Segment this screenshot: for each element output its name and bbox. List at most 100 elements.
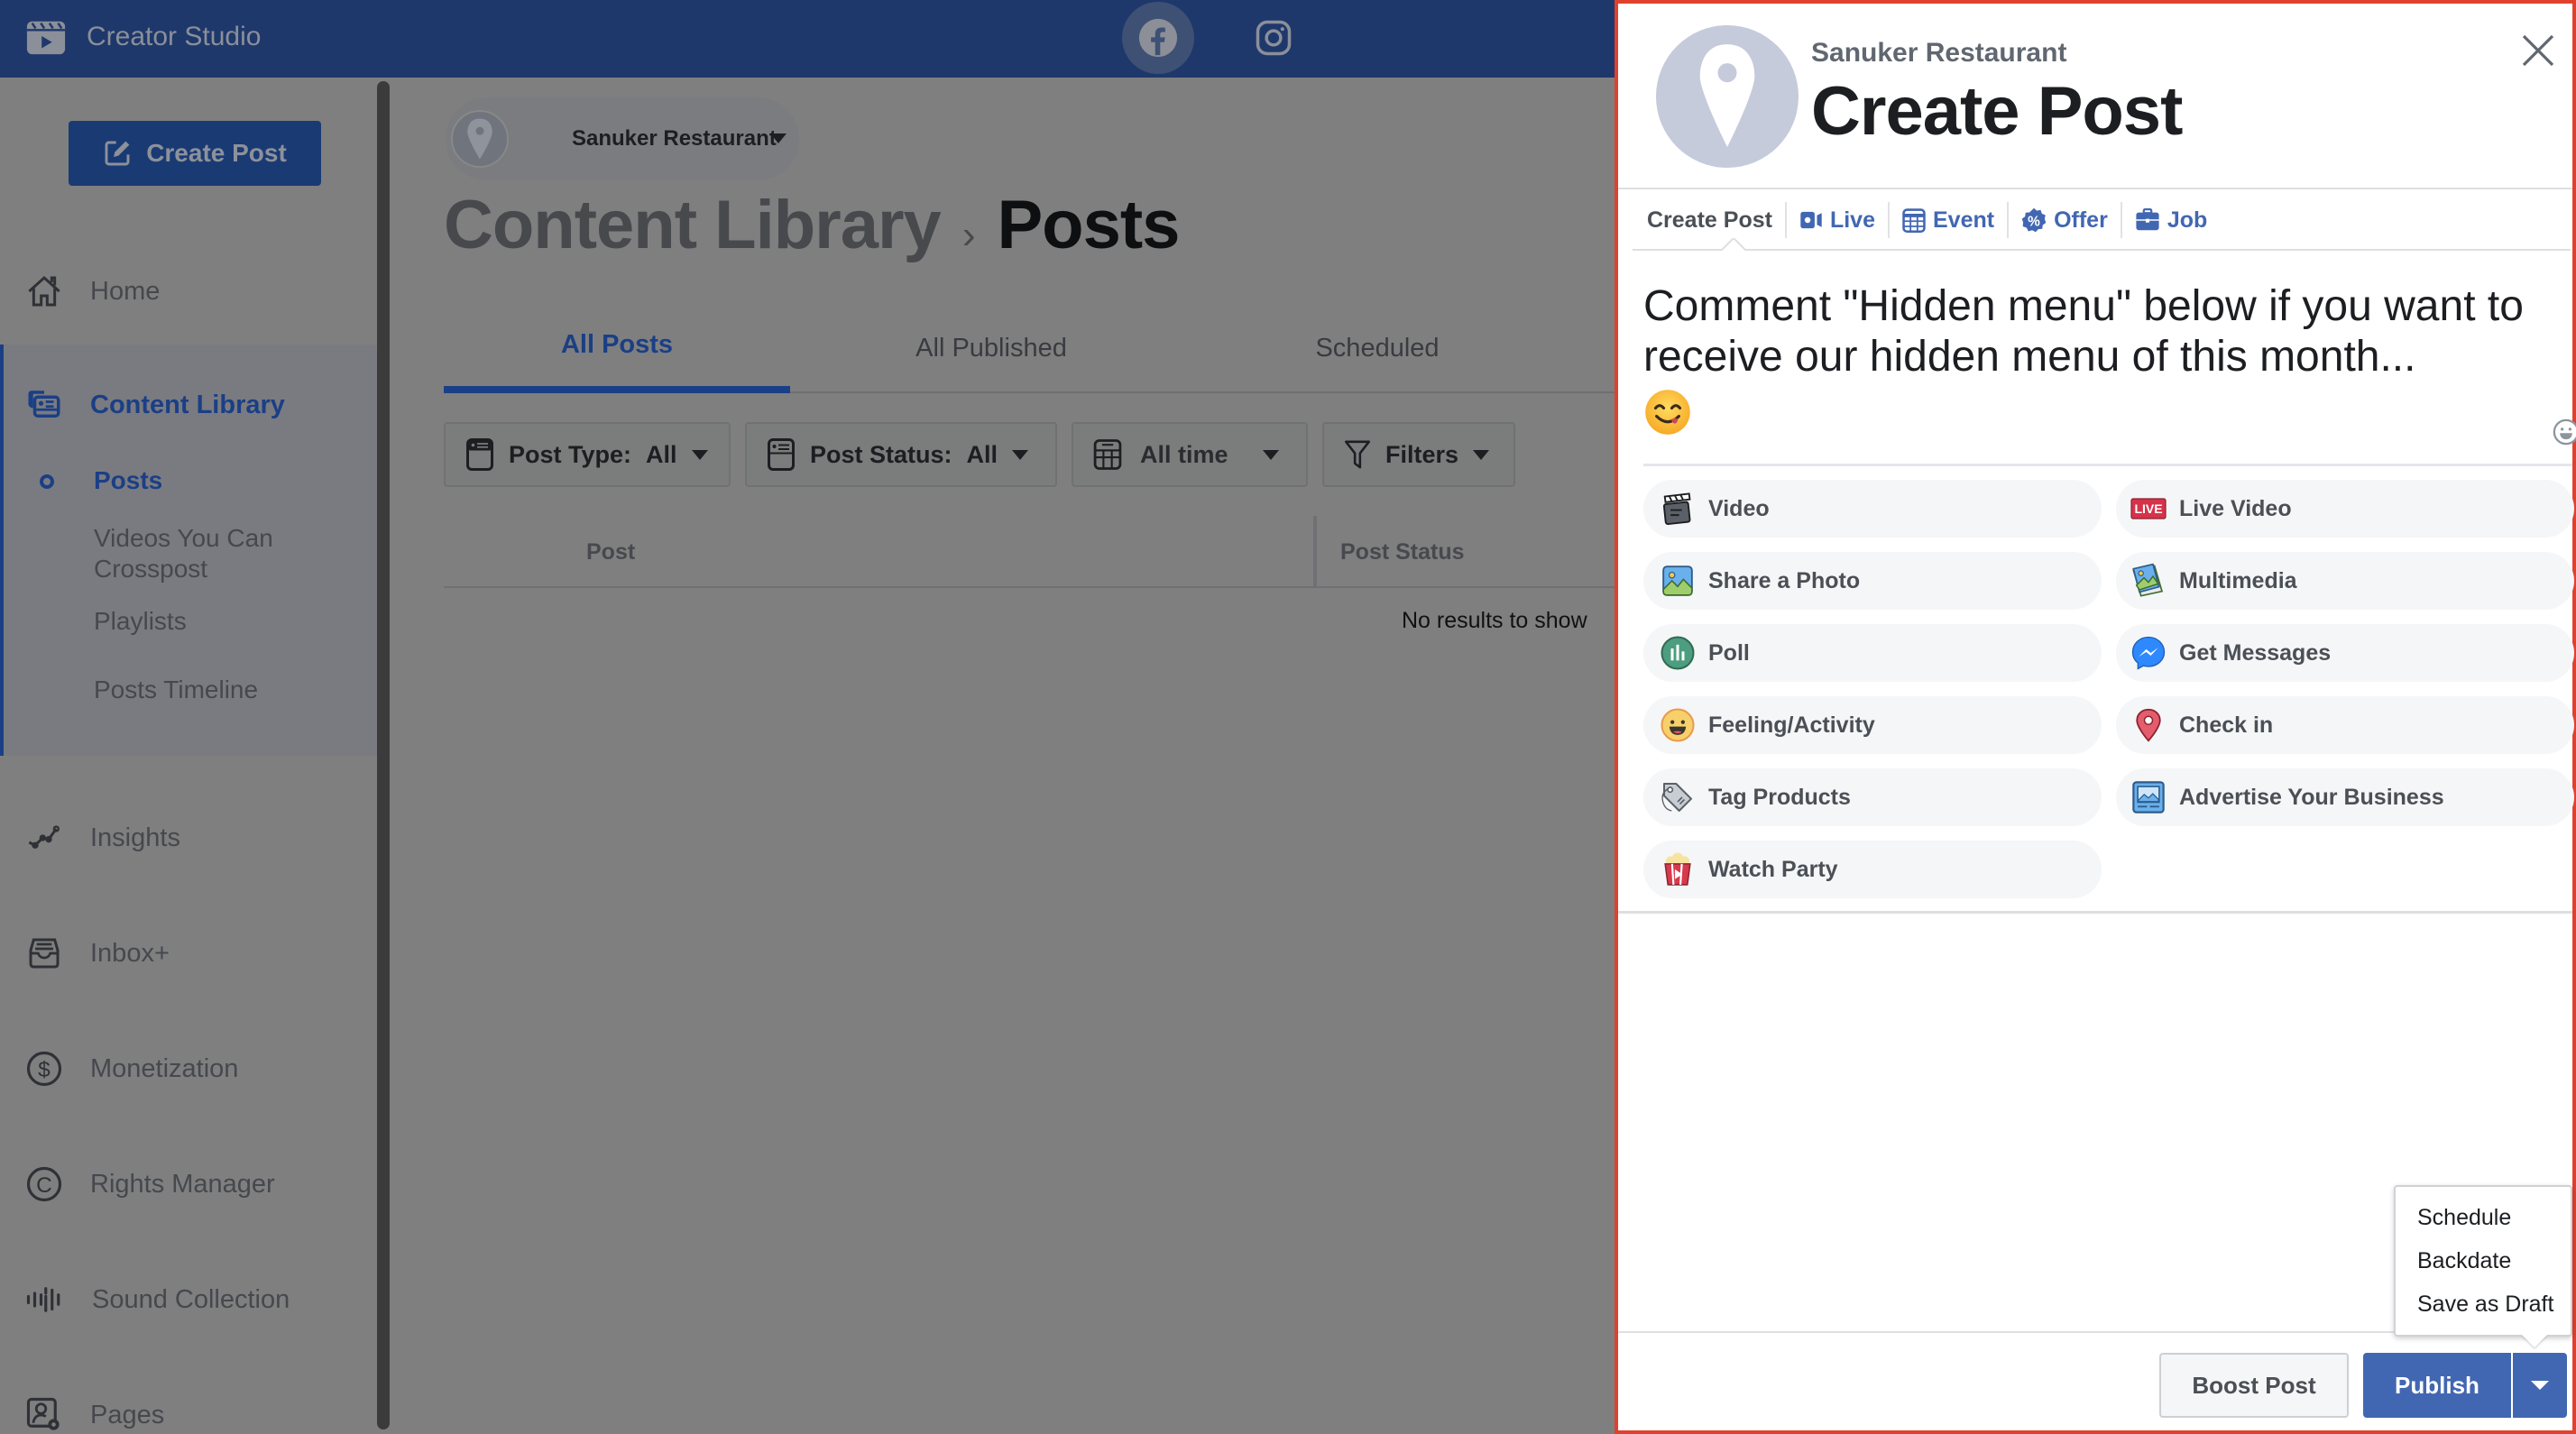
sidebar-item-insights[interactable]: Insights: [0, 815, 379, 860]
option-video[interactable]: Video: [1643, 480, 2102, 538]
home-icon: [25, 272, 63, 310]
sidebar-scrollbar[interactable]: [377, 81, 390, 1429]
live-camera-icon: [1800, 211, 1822, 229]
calendar-icon: [1093, 439, 1122, 470]
sidebar-item-content-library[interactable]: Content Library: [0, 382, 379, 427]
edit-icon: [105, 141, 130, 166]
option-poll[interactable]: Poll: [1643, 624, 2102, 682]
divider: [1643, 464, 2572, 466]
svg-text:%: %: [2028, 214, 2040, 229]
boost-post-button[interactable]: Boost Post: [2159, 1353, 2349, 1418]
post-type-tab-job[interactable]: Job: [2120, 202, 2220, 238]
caret-down-icon: [691, 449, 708, 460]
tab-all-published[interactable]: All Published: [790, 303, 1192, 393]
sidebar-item-label: Sound Collection: [92, 1284, 290, 1314]
emoji-picker-icon[interactable]: [2553, 418, 2576, 446]
option-tag-products[interactable]: Tag Products: [1643, 768, 2102, 826]
filters-label: Filters: [1385, 440, 1459, 468]
sidebar-item-sound-collection[interactable]: Sound Collection: [0, 1277, 379, 1322]
option-share-photo[interactable]: Share a Photo: [1643, 552, 2102, 610]
sidebar-subitem-posts-timeline[interactable]: Posts Timeline: [94, 675, 258, 705]
publish-dropdown-button[interactable]: [2513, 1353, 2567, 1418]
brand: Creator Studio: [25, 16, 261, 58]
chevron-down-icon: [770, 133, 787, 143]
divider: [1618, 911, 2572, 914]
sidebar-create-post-button[interactable]: Create Post: [69, 121, 321, 186]
sidebar-item-pages[interactable]: Pages: [0, 1393, 379, 1434]
option-label: Share a Photo: [1708, 567, 1861, 593]
instagram-platform-tab[interactable]: [1254, 18, 1293, 58]
post-type-tab-live[interactable]: Live: [1784, 202, 1888, 238]
option-label: Live Video: [2179, 495, 2292, 521]
insights-icon: [25, 819, 63, 857]
content-library-icon: [25, 386, 63, 424]
menu-item-schedule[interactable]: Schedule: [2417, 1205, 2511, 1231]
post-type-filter[interactable]: Post Type: All: [444, 422, 731, 487]
location-pin-icon: [2130, 707, 2167, 743]
tab-scheduled[interactable]: Scheduled: [1192, 303, 1562, 393]
page-selector-name: Sanuker Restaurant: [572, 126, 777, 151]
post-type-tab-offer[interactable]: % Offer: [2007, 202, 2121, 238]
advertise-icon: [2130, 779, 2167, 815]
page-title: Posts: [997, 187, 1180, 263]
smiley-icon: [1660, 707, 1696, 743]
post-type-label: Post Type:: [509, 440, 632, 468]
date-range-filter[interactable]: All time: [1072, 422, 1308, 487]
option-feeling-activity[interactable]: Feeling/Activity: [1643, 696, 2102, 754]
pages-settings-icon: [25, 1396, 63, 1434]
option-get-messages[interactable]: Get Messages: [2116, 624, 2574, 682]
publish-button[interactable]: Publish: [2363, 1353, 2511, 1418]
sidebar-item-monetization[interactable]: $ Monetization: [0, 1046, 379, 1091]
sidebar-subitem-playlists[interactable]: Playlists: [94, 606, 187, 637]
option-check-in[interactable]: Check in: [2116, 696, 2574, 754]
option-label: Watch Party: [1708, 856, 1838, 882]
photo-icon: [1660, 563, 1696, 599]
column-divider[interactable]: [1313, 516, 1317, 588]
option-live-video[interactable]: LIVE Live Video: [2116, 480, 2574, 538]
post-type-tabs: Create Post Live Event % Offer Job: [1633, 191, 2571, 251]
page-avatar: [451, 110, 509, 168]
menu-item-backdate[interactable]: Backdate: [2417, 1248, 2511, 1274]
post-text-input[interactable]: Comment "Hidden menu" below if you want …: [1643, 281, 2527, 437]
yum-face-emoji-icon: [1645, 390, 1690, 436]
post-status-label: Post Status:: [810, 440, 952, 468]
location-pin-icon: [1699, 44, 1755, 147]
inbox-icon: [25, 934, 63, 972]
sidebar-subitem-crosspost[interactable]: Videos You Can Crosspost: [94, 523, 328, 584]
sidebar-item-home[interactable]: Home: [0, 269, 379, 314]
page-selector[interactable]: Sanuker Restaurant: [446, 97, 799, 180]
breadcrumb-parent[interactable]: Content Library: [444, 186, 942, 264]
option-label: Poll: [1708, 639, 1750, 666]
post-status-filter[interactable]: Post Status: All: [745, 422, 1057, 487]
filters-button[interactable]: Filters: [1322, 422, 1515, 487]
menu-item-save-draft[interactable]: Save as Draft: [2417, 1292, 2553, 1318]
sidebar-item-label: Home: [90, 276, 161, 306]
option-advertise-business[interactable]: Advertise Your Business: [2116, 768, 2574, 826]
facebook-platform-tab[interactable]: [1122, 2, 1194, 74]
post-status-value: All: [966, 440, 998, 468]
popcorn-icon: [1660, 851, 1696, 887]
column-header-post-status[interactable]: Post Status: [1340, 516, 1465, 588]
option-multimedia[interactable]: Multimedia: [2116, 552, 2574, 610]
tab-label: Create Post: [1647, 207, 1772, 233]
publish-options-menu: Schedule Backdate Save as Draft: [2394, 1185, 2572, 1337]
post-type-tab-create-post[interactable]: Create Post: [1647, 202, 1785, 238]
post-text-content: Comment "Hidden menu" below if you want …: [1643, 282, 2524, 381]
sidebar-item-inbox[interactable]: Inbox+: [0, 931, 379, 976]
posts-table-header: Post Post Status: [444, 516, 1615, 588]
post-type-icon: [466, 438, 493, 471]
column-header-post[interactable]: Post: [586, 516, 635, 588]
option-label: Advertise Your Business: [2179, 784, 2444, 810]
active-tab-indicator: [1721, 238, 1746, 251]
sound-wave-icon: [25, 1281, 63, 1319]
creator-studio-logo-icon: [26, 21, 66, 55]
tab-label: Offer: [2054, 207, 2108, 233]
sidebar-subitem-posts[interactable]: Posts: [94, 465, 162, 496]
option-watch-party[interactable]: Watch Party: [1643, 841, 2102, 898]
sidebar-item-rights-manager[interactable]: C Rights Manager: [0, 1162, 379, 1207]
post-type-tab-event[interactable]: Event: [1887, 202, 2007, 238]
tab-all-posts[interactable]: All Posts: [444, 303, 790, 393]
top-bar: Creator Studio: [0, 0, 1615, 78]
close-icon[interactable]: [2520, 32, 2556, 69]
option-label: Feeling/Activity: [1708, 712, 1875, 738]
